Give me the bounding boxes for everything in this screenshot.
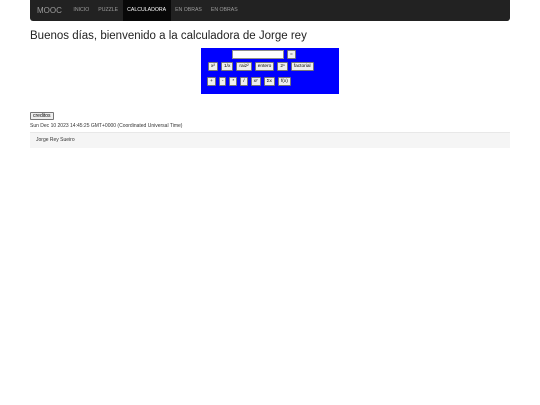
nav-item-calculadora[interactable]: CALCULADORA [122,0,171,21]
power-button[interactable]: xʸ [250,77,261,86]
calculator-panel: = [201,48,339,94]
credits-button[interactable]: creditos [30,112,54,120]
author-name: Jorge Rey Sueiro [36,137,75,143]
power-of-two-button[interactable]: 2ⁿ [277,62,288,71]
calculator-row-functions: x² 1/x raiz² entero 2ⁿ factorial [208,62,314,71]
add-button[interactable]: + [207,77,216,86]
square-button[interactable]: x² [208,62,218,71]
inverse-button[interactable]: 1/x [221,62,234,71]
nav-item-puzzle[interactable]: PUZZLE [94,0,123,21]
page-title: Buenos días, bienvenido a la calculadora… [30,30,307,42]
nav-item-en-obras-1[interactable]: EN OBRAS [171,0,207,21]
divide-button[interactable]: / [240,77,248,86]
calculator-row-operators: + - * / xʸ Σx f(x) [207,77,291,86]
integer-button[interactable]: entero [254,62,275,71]
top-navbar: MOOC INICIO PUZZLE CALCULADORA EN OBRAS … [30,0,510,21]
multiply-button[interactable]: * [229,77,238,86]
date-text: Sun Dec 10 2023 14:45:25 GMT+0000 (Coord… [30,123,183,129]
function-button[interactable]: f(x) [277,77,291,86]
nav-item-en-obras-2[interactable]: EN OBRAS [206,0,242,21]
nav-item-inicio[interactable]: INICIO [69,0,94,21]
sum-button[interactable]: Σx [263,77,275,86]
author-bar: Jorge Rey Sueiro [30,132,510,148]
display-row: = [232,50,296,59]
equals-button[interactable]: = [287,50,296,59]
sqrt-button[interactable]: raiz² [236,62,252,71]
brand-link[interactable]: MOOC [37,6,62,15]
subtract-button[interactable]: - [218,77,227,86]
calculator-display[interactable] [232,50,284,59]
factorial-button[interactable]: factorial [290,62,314,71]
